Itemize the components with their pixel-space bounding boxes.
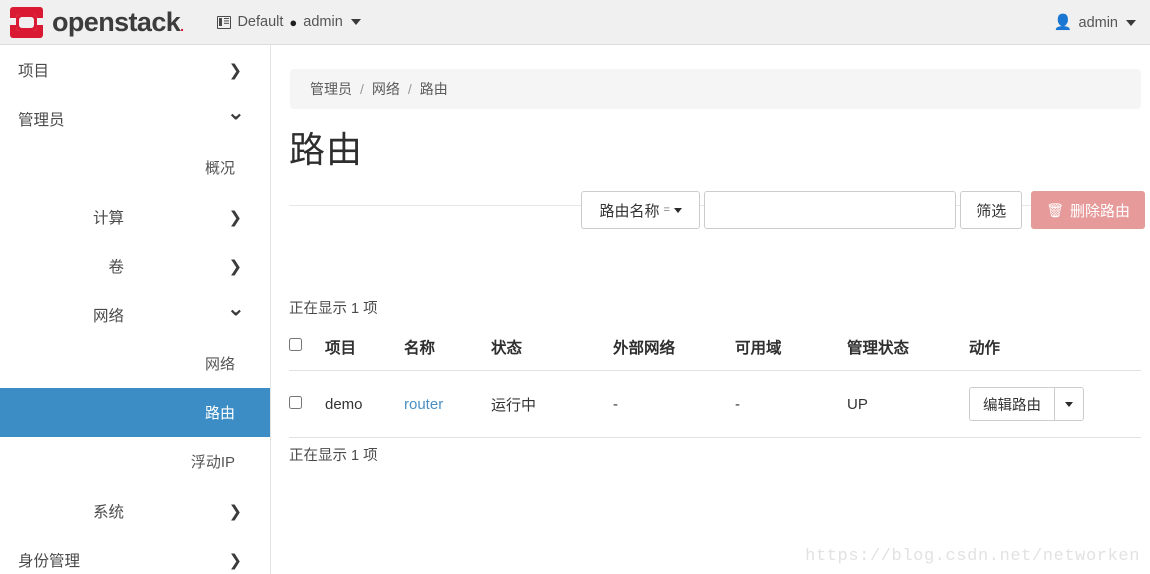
search-input[interactable] (704, 191, 956, 229)
chevron-down-icon: ⌄ (227, 296, 245, 321)
sidebar-nav: 项目❯管理员⌄概况计算❯卷❯网络⌄网络路由浮动IP系统❯身份管理❯ (0, 45, 271, 574)
sidebar-item-label: 卷 (108, 255, 124, 277)
chevron-down-icon (1126, 20, 1136, 26)
row-select-cell (289, 371, 325, 438)
user-avatar-icon: 👤 (1054, 15, 1073, 30)
main-content: 管理员 / 网络 / 路由 (272, 45, 1150, 574)
column-header-project[interactable]: 项目 (325, 328, 404, 371)
openstack-logo-icon (10, 7, 43, 38)
user-menu-label: admin (1079, 15, 1119, 31)
chevron-down-icon: ⌄ (227, 100, 245, 125)
routers-table: 项目 名称 状态 外部网络 可用域 管理状态 动作 demorouter运行中-… (289, 328, 1141, 438)
top-navbar: openstack. Default ● admin 👤 admin (0, 0, 1150, 45)
breadcrumb-link[interactable]: 管理员 (310, 79, 352, 99)
sidebar-item-network[interactable]: 网络 ⌄ (0, 290, 270, 339)
filter-field-label: 路由名称 (599, 200, 659, 221)
sidebar-item-system[interactable]: 系统 ❯ (0, 486, 270, 535)
sidebar-item-networks[interactable]: 网络 (0, 339, 270, 388)
column-header-status[interactable]: 状态 (491, 328, 613, 371)
router-detail-link[interactable]: router (404, 396, 443, 413)
column-header-actions: 动作 (969, 328, 1141, 371)
sidebar-item-label: 计算 (93, 206, 124, 228)
column-header-availability-zone[interactable]: 可用域 (735, 328, 847, 371)
column-header-name[interactable]: 名称 (404, 328, 491, 371)
caret-down-icon (674, 208, 682, 213)
page-title: 路由 (289, 128, 363, 171)
brand-name: openstack. (52, 9, 183, 36)
filter-button[interactable]: 筛选 (960, 191, 1022, 229)
sidebar-item-label: 网络 (93, 304, 124, 326)
domain-label: Default (237, 14, 283, 30)
sidebar-item-compute[interactable]: 计算 ❯ (0, 192, 270, 241)
row-action-group: 编辑路由 (969, 387, 1084, 421)
trash-icon: 🗑 (1046, 203, 1064, 217)
edit-router-button[interactable]: 编辑路由 (969, 387, 1054, 421)
sidebar-item-label: 管理员 (18, 108, 65, 130)
table-toolbar: 路由名称 = 筛选 🗑 删除路由 (581, 191, 1145, 229)
sidebar-item-label: 概况 (205, 157, 235, 178)
breadcrumb-separator: / (408, 81, 412, 97)
sidebar-item-admin[interactable]: 管理员 ⌄ (0, 94, 270, 143)
sidebar-item-volumes[interactable]: 卷❯ (0, 241, 270, 290)
sidebar-item-label: 身份管理 (18, 549, 80, 571)
caret-down-icon (1065, 402, 1073, 407)
column-header-external-network[interactable]: 外部网络 (613, 328, 735, 371)
row-select-checkbox[interactable] (289, 396, 302, 409)
sidebar-item-label: 浮动IP (191, 451, 235, 472)
cell-status: 运行中 (491, 371, 613, 438)
cell-actions: 编辑路由 (969, 371, 1141, 438)
filter-operator: = (663, 204, 669, 216)
filter-field-dropdown[interactable]: 路由名称 = (581, 191, 700, 229)
watermark-text: https://blog.csdn.net/networken (805, 547, 1140, 566)
sidebar-item-overview[interactable]: 概况 (0, 143, 270, 192)
project-label: admin (303, 14, 343, 30)
sidebar-item-identity[interactable]: 身份管理 ❯ (0, 535, 270, 574)
result-count-top: 正在显示 1 项 (289, 297, 378, 318)
breadcrumb-link[interactable]: 网络 (372, 79, 400, 99)
result-count-bottom: 正在显示 1 项 (289, 444, 378, 465)
table-header-row: 项目 名称 状态 外部网络 可用域 管理状态 动作 (289, 328, 1141, 371)
domain-project-switcher[interactable]: Default ● admin (217, 14, 360, 30)
column-header-admin-state[interactable]: 管理状态 (847, 328, 969, 371)
chevron-down-icon (351, 19, 361, 25)
breadcrumb: 管理员 / 网络 / 路由 (290, 69, 1141, 109)
domain-list-icon (217, 16, 231, 29)
cell-project: demo (325, 371, 404, 438)
sidebar-item-label: 系统 (93, 500, 124, 522)
row-actions-dropdown-toggle[interactable] (1054, 387, 1084, 421)
sidebar-item-label: 路由 (205, 402, 235, 423)
breadcrumb-separator: / (360, 81, 364, 97)
table-head: 项目 名称 状态 外部网络 可用域 管理状态 动作 (289, 328, 1141, 371)
delete-routers-label: 删除路由 (1070, 200, 1130, 221)
brand-dot: . (180, 18, 183, 34)
chevron-right-icon: ❯ (229, 550, 242, 569)
sidebar-item-routers[interactable]: 路由 (0, 388, 270, 437)
user-menu[interactable]: 👤 admin (1054, 0, 1136, 45)
cell-external-network: - (613, 371, 735, 438)
breadcrumb-current: 路由 (420, 79, 448, 99)
chevron-right-icon: ❯ (229, 207, 242, 226)
sidebar-item-project[interactable]: 项目 ❯ (0, 45, 270, 94)
table-row: demorouter运行中--UP编辑路由 (289, 371, 1141, 438)
table-body: demorouter运行中--UP编辑路由 (289, 371, 1141, 438)
cell-availability-zone: - (735, 371, 847, 438)
sidebar-item-label: 项目 (18, 59, 49, 81)
cell-admin-state: UP (847, 371, 969, 438)
chevron-right-icon: ❯ (229, 256, 242, 275)
sidebar-item-floating-ips[interactable]: 浮动IP (0, 437, 270, 486)
cell-name: router (404, 371, 491, 438)
chevron-right-icon: ❯ (229, 60, 242, 79)
delete-routers-button[interactable]: 🗑 删除路由 (1031, 191, 1145, 229)
select-all-checkbox[interactable] (289, 338, 302, 351)
select-all-header (289, 328, 325, 371)
brand-logo[interactable]: openstack. (0, 7, 183, 38)
chevron-right-icon: ❯ (229, 501, 242, 520)
context-bullet: ● (289, 16, 297, 29)
sidebar-item-label: 网络 (205, 353, 235, 374)
